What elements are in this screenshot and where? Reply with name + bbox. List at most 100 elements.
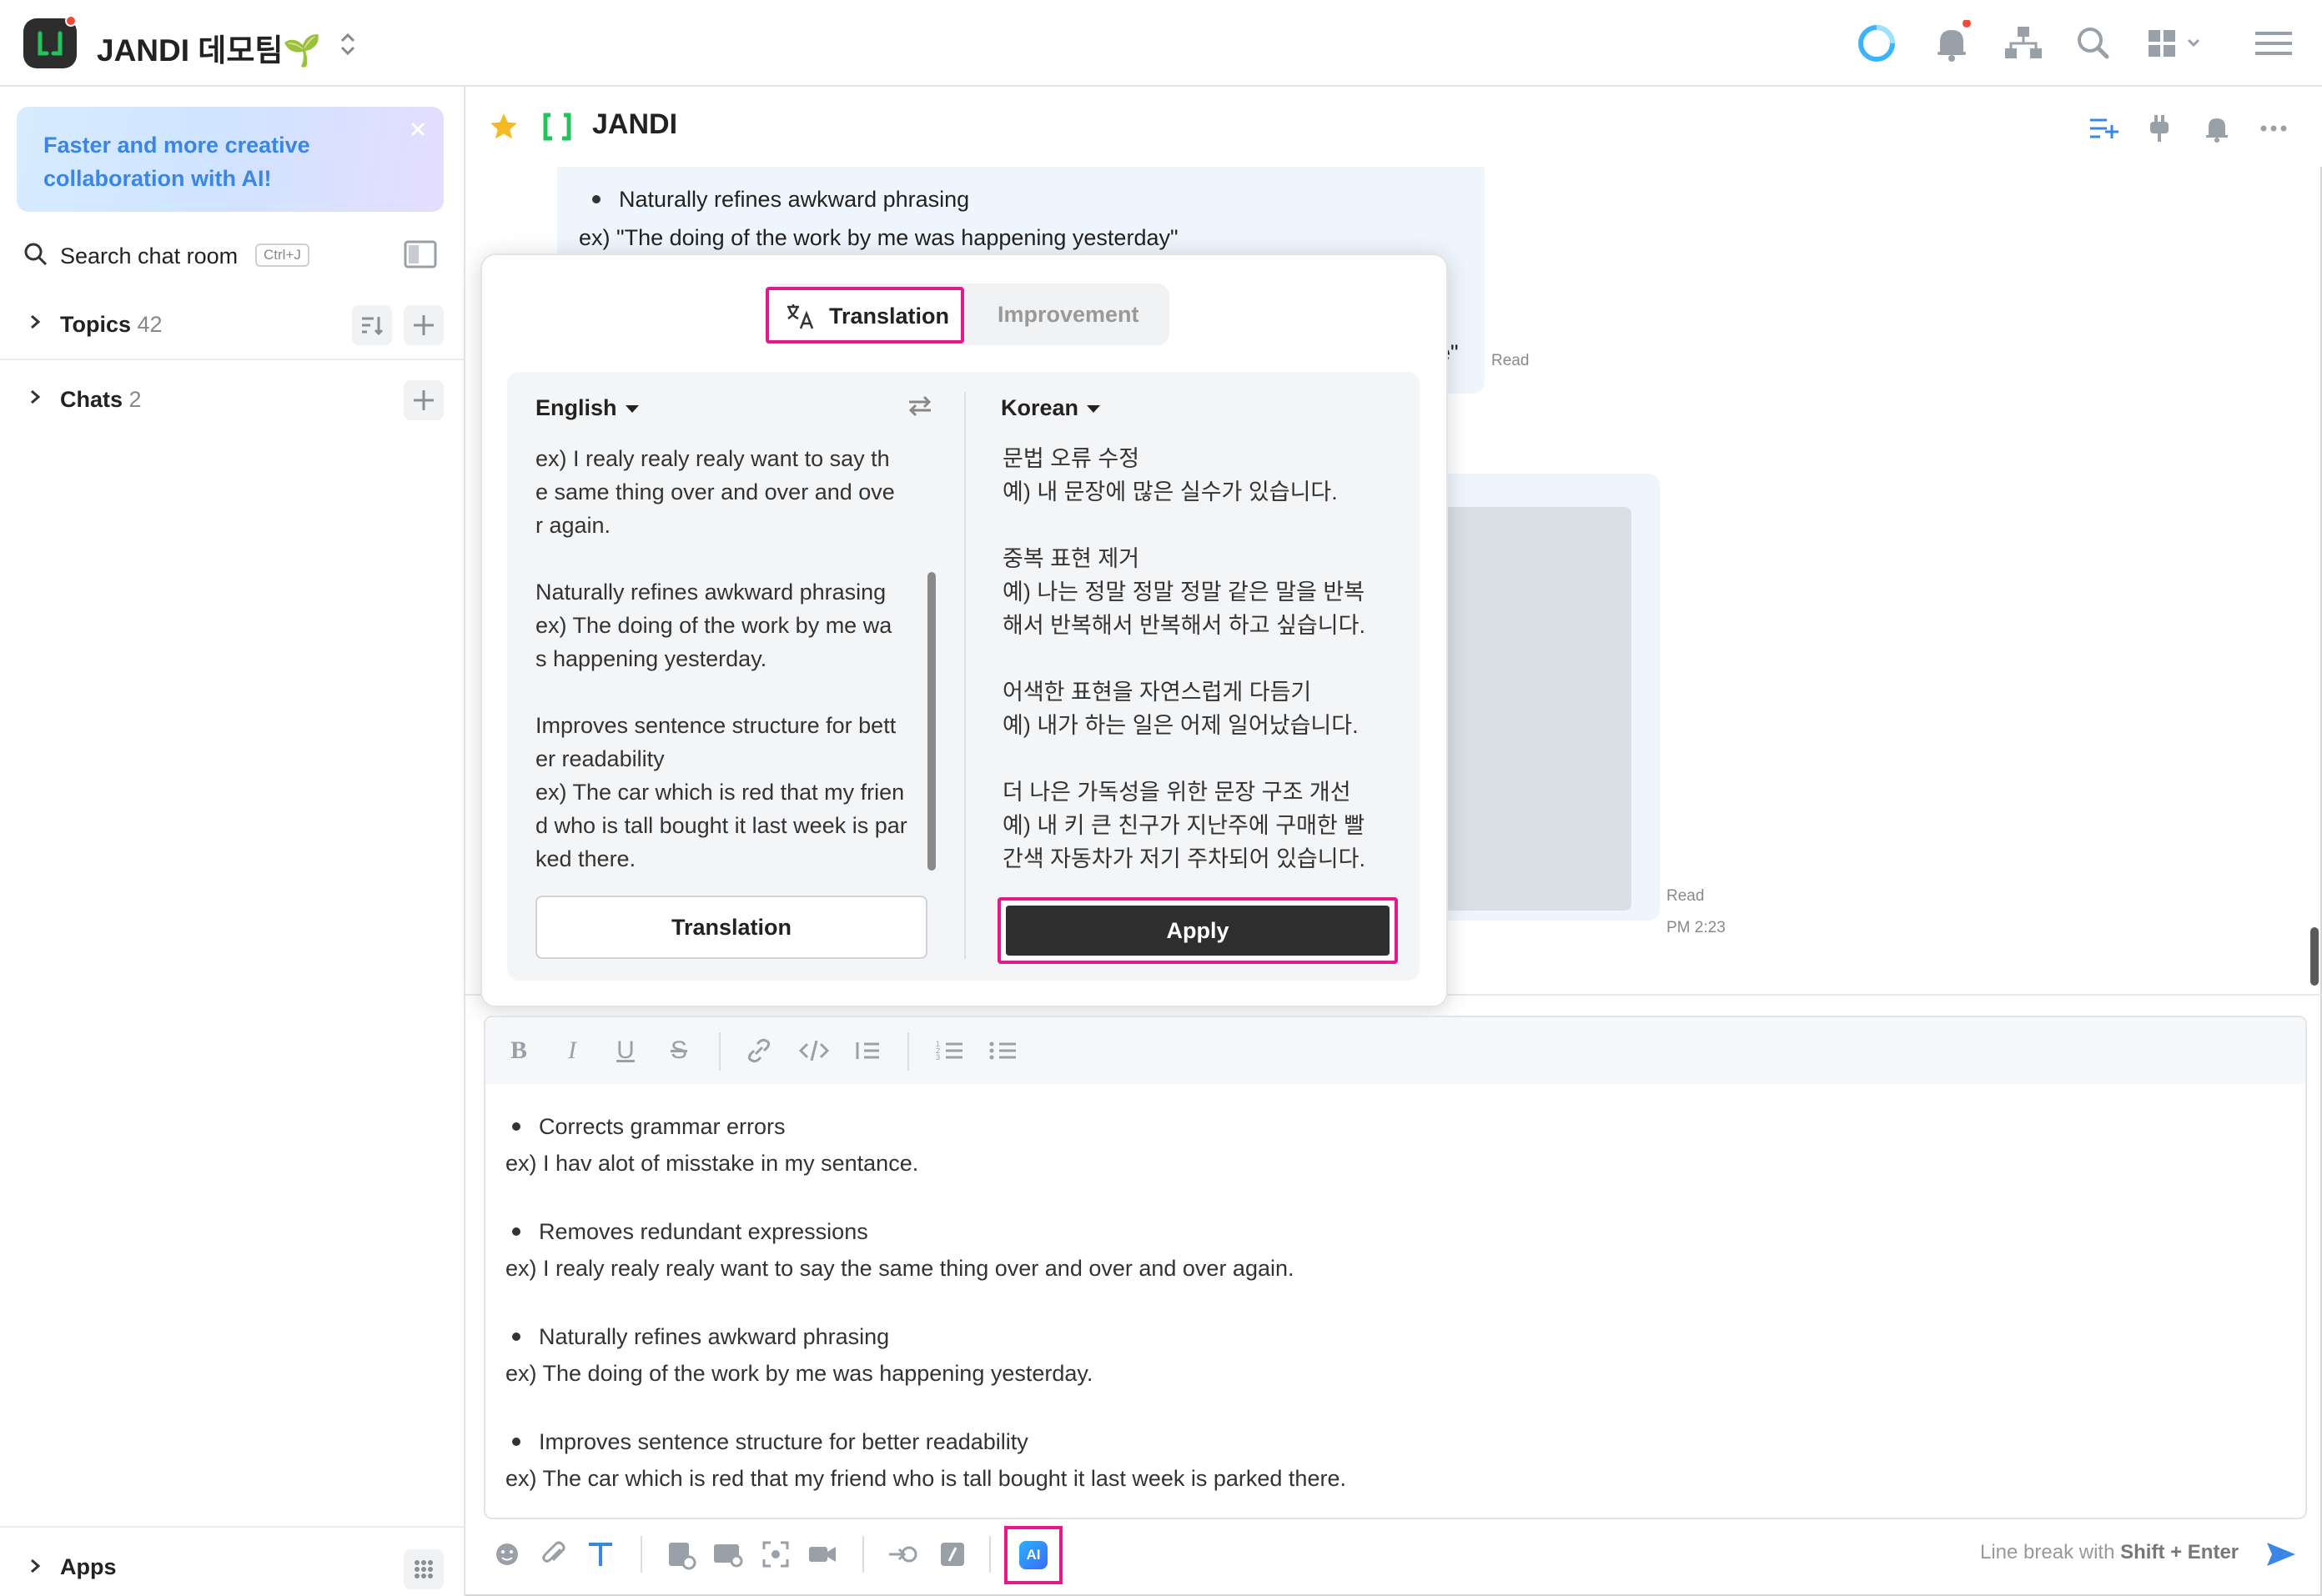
apps-section[interactable]: Apps: [60, 1554, 117, 1580]
search-chat-room[interactable]: Search chat room: [60, 243, 238, 269]
ai-summary-icon[interactable]: [2087, 113, 2120, 143]
chats-count: 2: [128, 387, 142, 412]
team-switch-icon[interactable]: [339, 30, 357, 58]
poll-icon[interactable]: [711, 1538, 744, 1571]
composer-line: Removes redundant expressions: [505, 1219, 868, 1245]
chats-section[interactable]: Chats 2: [60, 387, 142, 413]
search-shortcut: Ctrl+J: [255, 243, 309, 267]
target-language-select[interactable]: Korean: [1001, 395, 1101, 421]
more-options-icon[interactable]: [2259, 113, 2289, 143]
screen-capture-icon[interactable]: [759, 1538, 792, 1571]
video-call-icon[interactable]: [806, 1538, 839, 1571]
org-chart-icon[interactable]: [2000, 20, 2047, 67]
todo-icon[interactable]: [664, 1538, 697, 1571]
bold-icon[interactable]: B: [502, 1034, 535, 1067]
ai-ring-icon[interactable]: [1853, 20, 1900, 67]
strikethrough-icon[interactable]: S: [662, 1034, 696, 1067]
hamburger-menu-icon[interactable]: [2250, 20, 2297, 67]
bullet-dot: [512, 1332, 520, 1341]
chat-scrollbar[interactable]: [2310, 927, 2319, 986]
channel-header: JANDI: [465, 87, 2322, 167]
team-name[interactable]: JANDI 데모팀🌱: [97, 25, 322, 70]
apps-dots-button[interactable]: [404, 1549, 444, 1589]
bullet-dot: [512, 1122, 520, 1131]
add-chat-button[interactable]: [404, 380, 444, 420]
source-language-select[interactable]: English: [535, 395, 639, 421]
read-receipt: Read: [1666, 887, 1705, 905]
sort-topics-button[interactable]: [352, 305, 392, 345]
star-icon[interactable]: [489, 112, 519, 142]
composer-line-text: Removes redundant expressions: [539, 1219, 868, 1244]
send-icon[interactable]: [2265, 1539, 2297, 1569]
sidebar-divider: [0, 359, 464, 360]
apply-button-label: Apply: [1006, 906, 1390, 956]
toolbar-separator: [719, 1032, 721, 1071]
plug-icon[interactable]: [2145, 113, 2174, 143]
chats-chevron-icon[interactable]: [28, 389, 42, 405]
link-icon[interactable]: [742, 1034, 776, 1067]
tab-translation[interactable]: Translation: [766, 287, 964, 344]
channel-title: JANDI: [592, 108, 678, 140]
source-language-label: English: [535, 395, 617, 420]
svg-text:3: 3: [936, 1053, 940, 1061]
team-emoji: 🌱: [283, 33, 322, 68]
panel-toggle-icon[interactable]: [404, 240, 437, 269]
target-language-label: Korean: [1001, 395, 1079, 420]
channel-logo-icon: [540, 110, 574, 143]
topics-label: Topics: [60, 312, 132, 337]
composer-line: ex) I hav alot of misstake in my sentanc…: [505, 1151, 919, 1176]
bell-icon[interactable]: [1928, 20, 1975, 67]
apps-grid-icon[interactable]: [2144, 20, 2210, 67]
text-format-icon[interactable]: [584, 1538, 617, 1571]
ordered-list-icon[interactable]: 123: [932, 1034, 966, 1067]
ai-promo-banner[interactable]: Faster and more creative collaboration w…: [17, 107, 444, 212]
sidebar: Faster and more creative collaboration w…: [0, 87, 465, 1596]
emoji-icon[interactable]: [490, 1538, 524, 1571]
channel-bell-icon[interactable]: [2202, 113, 2232, 143]
tab-improvement[interactable]: Improvement: [998, 302, 1139, 328]
quote-icon[interactable]: [851, 1034, 884, 1067]
composer-line: Corrects grammar errors: [505, 1114, 786, 1140]
ai-assist-button[interactable]: AI: [1004, 1526, 1063, 1584]
team-name-label: JANDI 데모팀: [97, 33, 284, 68]
source-scrollbar[interactable]: [927, 572, 936, 871]
toolbar-separator: [641, 1536, 642, 1573]
composer-line: Naturally refines awkward phrasing: [505, 1324, 889, 1350]
bullet-dot: [512, 1437, 520, 1446]
read-receipt: Read: [1491, 352, 1530, 369]
toolbar-separator: [862, 1536, 864, 1573]
toolbar-separator: [989, 1536, 991, 1573]
dropdown-caret-icon: [625, 405, 639, 414]
topics-chevron-icon[interactable]: [28, 314, 42, 330]
close-icon[interactable]: [409, 120, 427, 138]
apply-button[interactable]: Apply: [998, 897, 1398, 964]
hint-prefix: Line break with: [1980, 1541, 2115, 1563]
search-icon[interactable]: [2070, 20, 2117, 67]
message-line: Naturally refines awkward phrasing: [586, 187, 969, 213]
translated-text: 문법 오류 수정 예) 내 문장에 많은 실수가 있습니다. 중복 표현 제거 …: [1003, 446, 1365, 871]
source-text-area[interactable]: ex) I realy realy realy want to say th e…: [535, 442, 919, 876]
search-chat-icon[interactable]: [23, 242, 48, 267]
translate-icon: [786, 302, 816, 332]
code-icon[interactable]: [797, 1034, 831, 1067]
mention-jump-icon[interactable]: [886, 1538, 919, 1571]
toolbar-separator: [907, 1032, 909, 1071]
composer-line-text: Naturally refines awkward phrasing: [539, 1324, 890, 1349]
tab-translation-label: Translation: [829, 304, 950, 329]
underline-icon[interactable]: U: [609, 1034, 642, 1067]
message-time: PM 2:23: [1666, 919, 1726, 936]
slash-command-icon[interactable]: [936, 1538, 969, 1571]
message-line-text: Naturally refines awkward phrasing: [619, 187, 970, 212]
attach-icon[interactable]: [537, 1538, 570, 1571]
italic-icon[interactable]: I: [555, 1034, 589, 1067]
swap-languages-icon[interactable]: [906, 394, 934, 419]
ai-icon: AI: [1019, 1541, 1048, 1569]
translate-button[interactable]: Translation: [535, 896, 927, 959]
bullet-list-icon[interactable]: [986, 1034, 1019, 1067]
composer-line: ex) I realy realy realy want to say the …: [505, 1256, 1294, 1281]
composer-line-text: Corrects grammar errors: [539, 1114, 786, 1139]
add-topic-button[interactable]: [404, 305, 444, 345]
apps-chevron-icon[interactable]: [28, 1558, 42, 1574]
topics-section[interactable]: Topics 42: [60, 312, 163, 338]
hint-keys: Shift + Enter: [2120, 1541, 2239, 1563]
